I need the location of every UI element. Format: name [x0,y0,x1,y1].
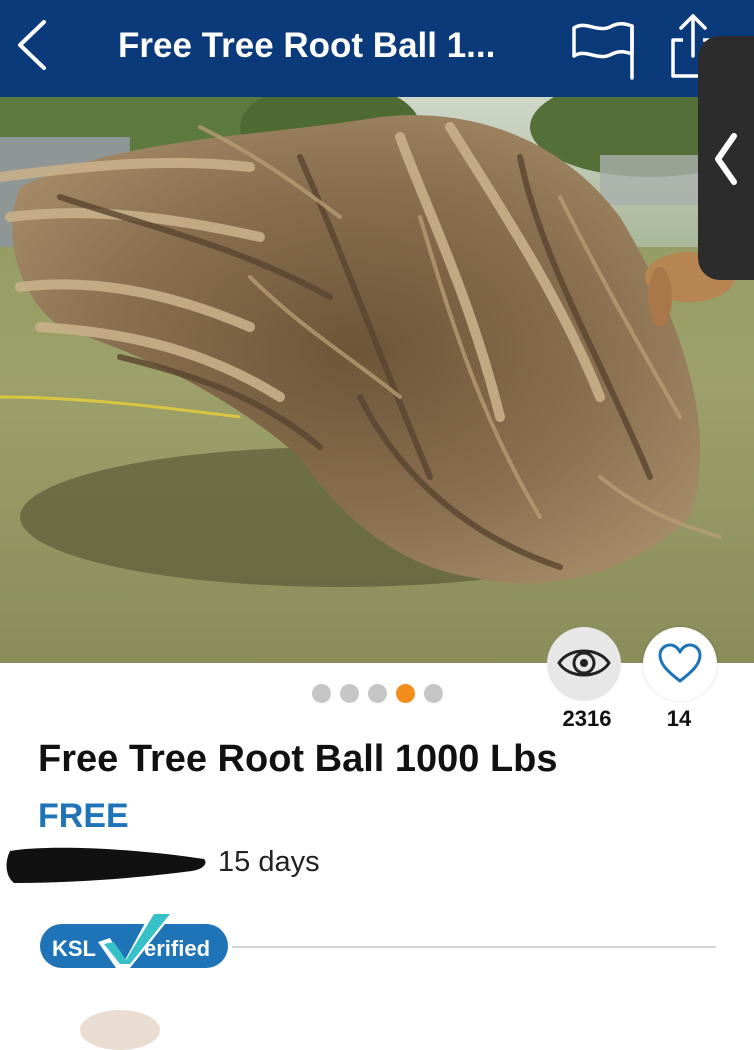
badge-verified-text: erified [144,936,210,961]
pagination-dot[interactable] [424,684,443,703]
section-divider [232,946,716,948]
ksl-verified-badge: KSL erified [40,910,228,968]
chevron-left-icon [715,133,737,185]
avatar [80,1010,160,1050]
chevron-left-icon[interactable] [14,18,50,72]
listing-price: FREE [38,797,129,835]
header-title: Free Tree Root Ball 1... [118,26,496,65]
heart-icon [658,643,702,683]
pagination-dot-active[interactable] [396,684,415,703]
posted-age: 15 days [218,846,320,878]
pagination-dot[interactable] [312,684,331,703]
side-drawer-tab[interactable] [698,36,754,280]
favorite-button[interactable] [643,627,717,701]
pagination-dot[interactable] [340,684,359,703]
app-header: Free Tree Root Ball 1... [0,0,754,97]
listing-title: Free Tree Root Ball 1000 Lbs [38,738,558,780]
views-indicator [547,627,621,701]
favorites-count: 14 [666,706,692,731]
pagination-dot[interactable] [368,684,387,703]
redacted-seller-name [6,847,206,883]
badge-ksl-text: KSL [52,936,96,961]
eye-icon [557,649,611,677]
views-count: 2316 [562,706,612,731]
listing-photo[interactable] [0,97,754,663]
flag-icon[interactable] [568,12,638,82]
